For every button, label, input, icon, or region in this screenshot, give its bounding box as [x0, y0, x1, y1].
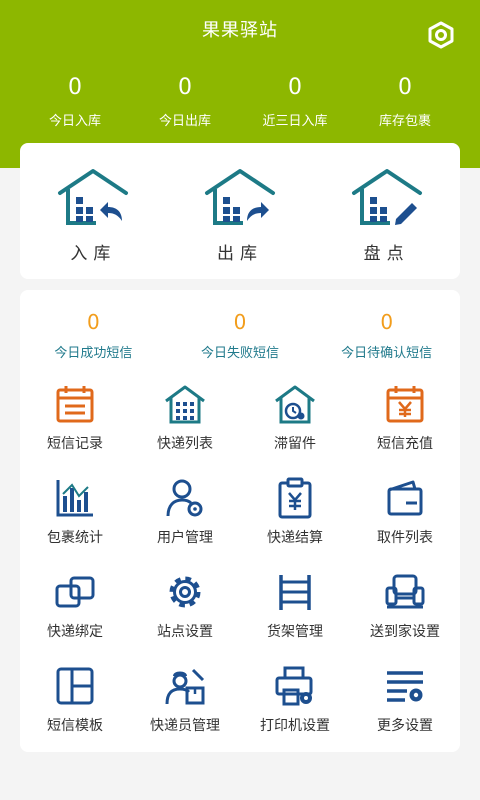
stat-three-days-in[interactable]: 0 近三日入库 — [240, 74, 350, 134]
warehouse-check-icon — [351, 169, 422, 225]
grid-item-label: 站点设置 — [157, 624, 213, 640]
warehouse-out-icon — [205, 169, 275, 225]
stat-label: 近三日入库 — [262, 114, 328, 129]
function-grid-card: 0 今日成功短信 0 今日失败短信 0 今日待确认短信 短信记录 快递列表 滞留… — [20, 290, 460, 752]
grid-item-retained[interactable]: 滞留件 — [240, 382, 350, 476]
grid-item-label: 快递绑定 — [47, 624, 103, 640]
clock-house-icon — [275, 385, 315, 424]
sms-stat-value: 0 — [233, 310, 247, 334]
user-gear-icon — [166, 479, 203, 517]
stat-label: 库存包裹 — [378, 114, 431, 129]
grid-item-label: 快递列表 — [157, 436, 213, 452]
grid-item-label: 快递员管理 — [150, 718, 220, 734]
sms-stat-label: 今日失败短信 — [201, 346, 280, 361]
grid-item-express-list[interactable]: 快递列表 — [130, 382, 240, 476]
link-squares-icon — [55, 576, 95, 608]
stat-value: 0 — [178, 75, 192, 100]
main-actions-card: 入库 出库 盘点 — [20, 143, 460, 279]
sms-stat-value: 0 — [86, 310, 100, 334]
grid-item-more-settings[interactable]: 更多设置 — [350, 664, 460, 758]
grid-item-sms-records[interactable]: 短信记录 — [20, 382, 130, 476]
grid-item-pickup-list[interactable]: 取件列表 — [350, 476, 460, 570]
stat-value: 0 — [398, 75, 412, 100]
building-icon — [165, 385, 205, 424]
sms-stats-row: 0 今日成功短信 0 今日失败短信 0 今日待确认短信 — [20, 290, 460, 382]
list-gear-icon — [387, 671, 423, 702]
grid-item-label: 更多设置 — [377, 718, 433, 734]
sms-stat-pending[interactable]: 0 今日待确认短信 — [313, 290, 460, 382]
grid-item-label: 取件列表 — [377, 530, 433, 546]
grid-item-courier-management[interactable]: 快递员管理 — [130, 664, 240, 758]
sms-stat-label: 今日成功短信 — [54, 346, 133, 361]
grid-item-label: 短信模板 — [47, 718, 103, 734]
grid-item-label: 短信充值 — [377, 436, 433, 452]
sofa-icon — [385, 574, 425, 609]
function-grid: 短信记录 快递列表 滞留件 短信充值 包裹统计 用户管理 快递结算 取件列表 快… — [20, 382, 460, 758]
printer-gear-icon — [275, 666, 313, 706]
action-label: 出库 — [217, 244, 263, 264]
stat-label: 今日入库 — [48, 114, 101, 129]
sms-stat-label: 今日待确认短信 — [341, 346, 433, 361]
grid-item-label: 货架管理 — [267, 624, 323, 640]
warehouse-in-icon — [58, 169, 129, 225]
stat-value: 0 — [288, 75, 302, 100]
grid-item-home-delivery-settings[interactable]: 送到家设置 — [350, 570, 460, 664]
courier-icon — [165, 668, 205, 705]
grid-item-sms-recharge[interactable]: 短信充值 — [350, 382, 460, 476]
inventory-check-button[interactable]: 盘点 — [313, 143, 460, 279]
stats-row: 0 今日入库 0 今日出库 0 近三日入库 0 库存包裹 — [0, 74, 480, 134]
sms-stat-failed[interactable]: 0 今日失败短信 — [167, 290, 314, 382]
stat-label: 今日出库 — [158, 114, 211, 129]
stat-value: 0 — [68, 75, 82, 100]
grid-item-label: 打印机设置 — [260, 718, 330, 734]
calendar-icon — [56, 386, 94, 423]
grid-item-label: 用户管理 — [157, 530, 213, 546]
sms-stat-success[interactable]: 0 今日成功短信 — [20, 290, 167, 382]
hexagon-gear-icon — [428, 21, 454, 49]
sms-stat-value: 0 — [380, 310, 394, 334]
yuan-calendar-icon — [386, 386, 424, 423]
action-label: 入库 — [70, 244, 117, 264]
action-label: 盘点 — [363, 244, 410, 264]
grid-item-printer-settings[interactable]: 打印机设置 — [240, 664, 350, 758]
grid-item-sms-template[interactable]: 短信模板 — [20, 664, 130, 758]
clipboard-yuan-icon — [278, 477, 312, 519]
grid-item-label: 滞留件 — [274, 436, 316, 452]
shelf-icon — [279, 575, 311, 610]
grid-item-package-stats[interactable]: 包裹统计 — [20, 476, 130, 570]
grid-item-label: 快递结算 — [267, 530, 323, 546]
bar-chart-icon — [56, 480, 93, 517]
gear-icon — [169, 576, 201, 608]
grid-item-shelf-management[interactable]: 货架管理 — [240, 570, 350, 664]
grid-item-label: 短信记录 — [47, 436, 103, 452]
check-in-button[interactable]: 入库 — [20, 143, 167, 279]
settings-button[interactable] — [424, 18, 458, 52]
template-icon — [56, 667, 94, 705]
wallet-icon — [387, 480, 423, 516]
grid-item-label: 包裹统计 — [47, 530, 103, 546]
page-title: 果果驿站 — [202, 20, 278, 41]
stat-today-in[interactable]: 0 今日入库 — [20, 74, 130, 134]
grid-item-site-settings[interactable]: 站点设置 — [130, 570, 240, 664]
check-out-button[interactable]: 出库 — [167, 143, 314, 279]
stat-today-out[interactable]: 0 今日出库 — [130, 74, 240, 134]
stat-inventory[interactable]: 0 库存包裹 — [350, 74, 460, 134]
grid-item-label: 送到家设置 — [370, 624, 440, 640]
grid-item-express-binding[interactable]: 快递绑定 — [20, 570, 130, 664]
grid-item-express-settlement[interactable]: 快递结算 — [240, 476, 350, 570]
grid-item-user-management[interactable]: 用户管理 — [130, 476, 240, 570]
